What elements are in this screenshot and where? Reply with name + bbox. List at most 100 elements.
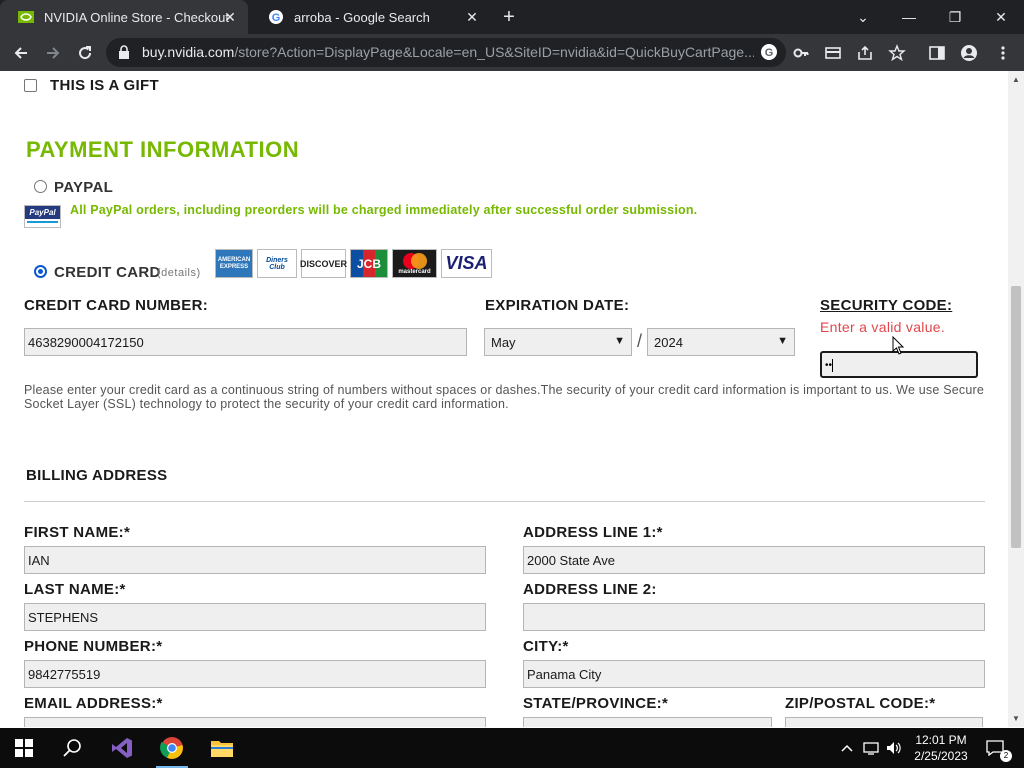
page-scrollbar[interactable]: ▲ ▼	[1008, 71, 1024, 727]
phone-label: PHONE NUMBER:*	[24, 638, 163, 655]
chrome-icon[interactable]	[148, 728, 196, 768]
address2-input[interactable]	[523, 603, 985, 631]
last-name-label: LAST NAME:*	[24, 581, 126, 598]
text-cursor	[832, 359, 834, 372]
google-lens-icon[interactable]: G	[760, 43, 778, 61]
nvidia-icon	[18, 9, 34, 25]
mastercard-logo-text: mastercard	[398, 269, 431, 275]
lock-icon	[118, 45, 130, 64]
security-code-error: Enter a valid value.	[820, 319, 946, 335]
state-select[interactable]	[523, 717, 772, 727]
windows-start-icon[interactable]	[0, 728, 48, 768]
first-name-label: FIRST NAME:*	[24, 524, 131, 541]
notifications-icon[interactable]: 2	[980, 728, 1012, 768]
credit-card-radio[interactable]	[34, 265, 47, 278]
security-code-label: SECURITY CODE:	[820, 297, 953, 314]
chevron-down-icon: ▼	[614, 335, 625, 347]
gift-label: THIS IS A GIFT	[50, 77, 159, 94]
forward-icon[interactable]	[40, 40, 66, 66]
first-name-input[interactable]: IAN	[24, 546, 486, 574]
last-name-input[interactable]: STEPHENS	[24, 603, 486, 631]
minimize-button[interactable]: —	[886, 0, 932, 34]
tab-strip: NVIDIA Online Store - Checkout ✕ G arrob…	[0, 0, 1024, 34]
tab-google-search[interactable]: G arroba - Google Search ✕	[250, 0, 490, 34]
volume-icon[interactable]	[884, 728, 904, 768]
scroll-up-icon[interactable]: ▲	[1012, 75, 1020, 84]
exp-separator: /	[637, 331, 643, 351]
close-window-button[interactable]: ✕	[978, 0, 1024, 34]
zip-label: ZIP/POSTAL CODE:*	[785, 695, 936, 712]
gift-checkbox[interactable]	[24, 79, 37, 92]
search-icon[interactable]	[48, 728, 96, 768]
profile-icon[interactable]	[960, 44, 978, 62]
page-content: THIS IS A GIFT PAYMENT INFORMATION PAYPA…	[0, 71, 1008, 727]
visa-logo: VISA	[441, 249, 492, 278]
network-icon[interactable]	[861, 728, 881, 768]
state-label: STATE/PROVINCE:*	[523, 695, 669, 712]
svg-text:G: G	[765, 47, 774, 59]
windows-taskbar: 12:01 PM 2/25/2023 2	[0, 728, 1024, 768]
side-panel-icon[interactable]	[928, 44, 946, 62]
address1-input[interactable]: 2000 State Ave	[523, 546, 985, 574]
discover-logo: DISCOVER	[300, 249, 347, 278]
payment-heading: PAYMENT INFORMATION	[26, 137, 300, 162]
security-code-value: ••	[825, 360, 833, 372]
tab-title: NVIDIA Online Store - Checkout	[44, 9, 229, 25]
tab-search-icon[interactable]: ⌄	[840, 0, 886, 34]
restore-button[interactable]: ❐	[932, 0, 978, 34]
back-icon[interactable]	[8, 40, 34, 66]
key-icon[interactable]	[792, 44, 810, 62]
cc-number-input[interactable]: 4638290004172150	[24, 328, 467, 356]
amex-logo: AMERICAN EXPRESS	[215, 249, 253, 278]
svg-text:G: G	[272, 12, 281, 24]
address2-label: ADDRESS LINE 2:	[523, 581, 657, 598]
mastercard-logo: mastercard	[392, 249, 437, 278]
paypal-logo: PayPal	[24, 205, 61, 228]
browser-toolbar: buy.nvidia.com/store?Action=DisplayPage&…	[0, 34, 1024, 71]
share-icon[interactable]	[856, 44, 874, 62]
divider	[24, 501, 985, 502]
card-details-link[interactable]: (details)	[157, 267, 201, 279]
new-tab-button[interactable]: +	[498, 6, 520, 28]
city-label: CITY:*	[523, 638, 569, 655]
google-icon: G	[268, 9, 284, 25]
notification-count: 2	[1000, 750, 1012, 762]
mouse-cursor-icon	[892, 335, 906, 361]
city-input[interactable]: Panama City	[523, 660, 985, 688]
exp-month-value: May	[491, 335, 516, 350]
more-menu-icon[interactable]	[994, 44, 1012, 62]
card-icon[interactable]	[824, 44, 842, 62]
exp-year-select[interactable]: 2024 ▼	[647, 328, 795, 356]
tab-nvidia-checkout[interactable]: NVIDIA Online Store - Checkout ✕	[0, 0, 248, 34]
paypal-logo-stripe	[27, 221, 58, 223]
close-tab-icon[interactable]: ✕	[222, 9, 238, 25]
tray-overflow-icon[interactable]	[838, 728, 856, 768]
file-explorer-icon[interactable]	[198, 728, 246, 768]
expiration-label: EXPIRATION DATE:	[485, 297, 630, 314]
scroll-down-icon[interactable]: ▼	[1012, 714, 1020, 723]
address-bar[interactable]: buy.nvidia.com/store?Action=DisplayPage&…	[106, 38, 786, 67]
close-tab-icon[interactable]: ✕	[464, 9, 480, 25]
url-text: buy.nvidia.com/store?Action=DisplayPage&…	[142, 44, 754, 60]
paypal-label: PAYPAL	[54, 179, 114, 196]
scroll-thumb[interactable]	[1011, 286, 1021, 548]
cc-security-note: Please enter your credit card as a conti…	[24, 383, 985, 411]
zip-input[interactable]	[785, 717, 983, 727]
address1-label: ADDRESS LINE 1:*	[523, 524, 663, 541]
diners-club-logo: Diners Club	[257, 249, 297, 278]
exp-month-select[interactable]: May ▼	[484, 328, 632, 356]
phone-input[interactable]: 9842775519	[24, 660, 486, 688]
chevron-down-icon: ▼	[777, 335, 788, 347]
visual-studio-icon[interactable]	[98, 728, 146, 768]
reload-icon[interactable]	[72, 40, 98, 66]
url-path: /store?Action=DisplayPage&Locale=en_US&S…	[234, 44, 754, 60]
clock-date: 2/25/2023	[914, 749, 968, 763]
email-input[interactable]	[24, 717, 486, 727]
bookmark-star-icon[interactable]	[888, 44, 906, 62]
clock[interactable]: 12:01 PM 2/25/2023	[906, 728, 976, 768]
cc-number-label: CREDIT CARD NUMBER:	[24, 297, 209, 314]
billing-heading: BILLING ADDRESS	[26, 467, 168, 484]
credit-card-label: CREDIT CARD	[54, 264, 161, 281]
paypal-radio[interactable]	[34, 180, 47, 193]
email-label: EMAIL ADDRESS:*	[24, 695, 163, 712]
